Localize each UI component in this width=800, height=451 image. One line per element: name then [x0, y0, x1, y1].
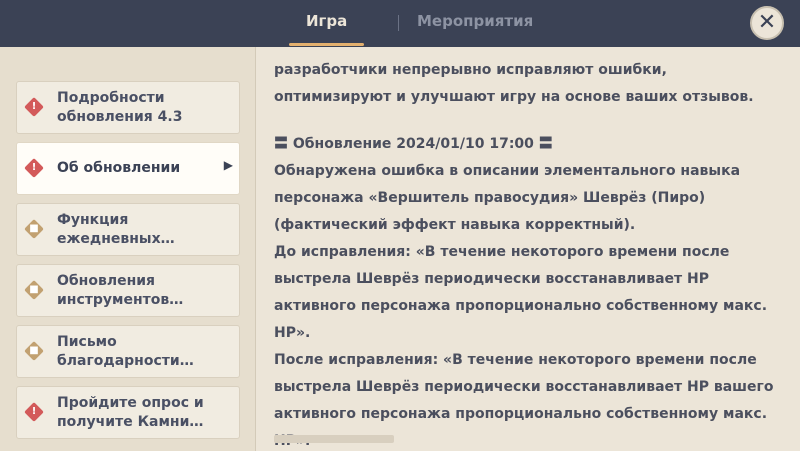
- sidebar-item-label: Об обновлении: [57, 160, 181, 176]
- article-content[interactable]: разработчики непрерывно исправляют ошибк…: [256, 47, 800, 451]
- body-paragraph: Обнаружена ошибка в описании элементальн…: [274, 163, 741, 233]
- sidebar-item-update-details[interactable]: ! Подробности обновления 4.3: [16, 81, 240, 134]
- sidebar-item-thank-you-letter[interactable]: ■ Письмо благодарности…: [16, 325, 240, 378]
- tab-game[interactable]: Игра: [306, 12, 347, 30]
- sidebar-item-about-update[interactable]: ! Об обновлении ▶: [16, 142, 240, 195]
- sidebar: ! Подробности обновления 4.3 ! Об обновл…: [0, 47, 255, 451]
- body-paragraph: До исправления: «В течение некоторого вр…: [274, 244, 768, 341]
- tab-separator: [398, 15, 399, 31]
- top-bar: Игра Мероприятия ✕: [0, 0, 800, 47]
- chevron-right-icon: ▶: [223, 158, 233, 172]
- active-tab-indicator: [289, 43, 364, 46]
- sidebar-item-label: Письмо благодарности…: [57, 334, 194, 369]
- article-body: Обнаружена ошибка в описании элементальн…: [274, 158, 784, 451]
- tab-events[interactable]: Мероприятия: [417, 12, 533, 30]
- sidebar-item-daily-function[interactable]: ■ Функция ежедневных…: [16, 203, 240, 256]
- sidebar-item-label: Обновления инструментов…: [57, 273, 184, 308]
- sidebar-item-label: Подробности обновления 4.3: [57, 90, 183, 125]
- sidebar-item-label: Функция ежедневных…: [57, 212, 175, 247]
- faded-next-heading: [274, 435, 394, 443]
- intro-text: разработчики непрерывно исправляют ошибк…: [274, 62, 754, 105]
- close-button[interactable]: ✕: [750, 6, 784, 40]
- sidebar-item-tools-updates[interactable]: ■ Обновления инструментов…: [16, 264, 240, 317]
- sidebar-item-label: Пройдите опрос и получите Камни…: [57, 395, 204, 430]
- update-heading: 〓 Обновление 2024/01/10 17:00 〓: [274, 136, 553, 152]
- sidebar-item-survey[interactable]: ! Пройдите опрос и получите Камни…: [16, 386, 240, 439]
- close-icon: ✕: [757, 10, 777, 35]
